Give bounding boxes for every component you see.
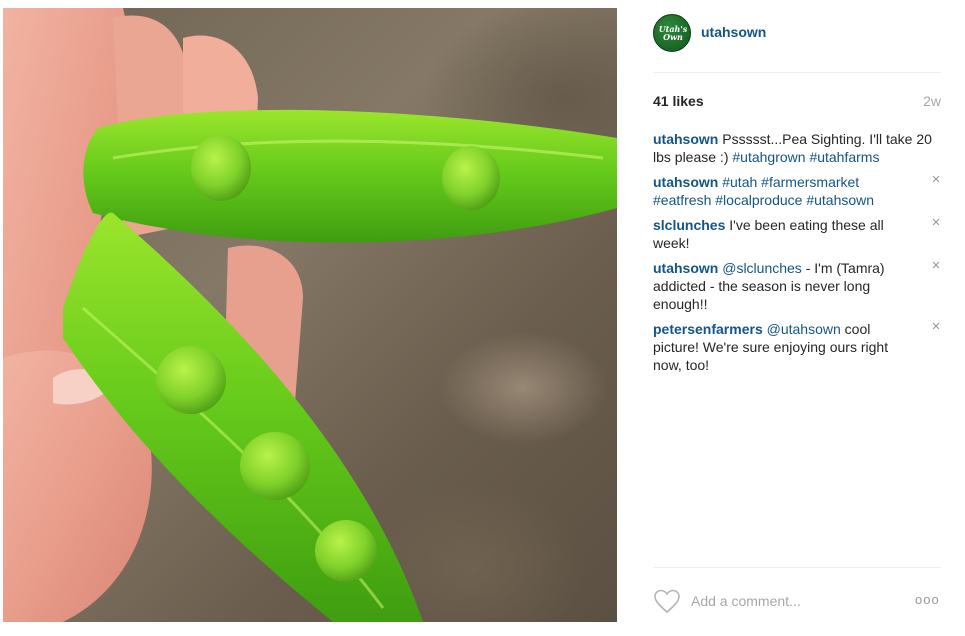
post-details-panel: Utah's Own utahsown 41 likes 2w utahsown… — [617, 0, 965, 636]
mention-link[interactable]: @utahsown — [767, 321, 841, 337]
hashtag[interactable]: #utahfarms — [809, 149, 879, 165]
hashtag[interactable]: #eatfresh — [653, 192, 711, 208]
comment-item: slclunches I've been eating these all we… — [653, 215, 943, 252]
delete-comment-icon[interactable]: × — [929, 172, 943, 187]
footer-divider — [653, 567, 941, 568]
heart-icon[interactable] — [653, 588, 681, 614]
post-actions: ooo — [653, 586, 941, 616]
hashtag[interactable]: #utahgrown — [732, 149, 805, 165]
comment-username[interactable]: slclunches — [653, 217, 725, 233]
photo-illustration — [3, 8, 617, 622]
delete-comment-icon[interactable]: × — [929, 215, 943, 230]
add-comment-input[interactable] — [691, 591, 901, 611]
delete-comment-icon[interactable]: × — [929, 258, 943, 273]
hashtag[interactable]: #farmersmarket — [761, 174, 859, 190]
comments-list: utahsown Pssssst...Pea Sighting. I'll ta… — [653, 130, 943, 381]
comment-username[interactable]: utahsown — [653, 174, 718, 190]
header-divider — [653, 72, 941, 73]
avatar-logo-text: Utah's Own — [658, 24, 688, 42]
more-options-button[interactable]: ooo — [915, 592, 941, 608]
author-username[interactable]: utahsown — [701, 24, 766, 40]
likes-count[interactable]: 41 likes — [653, 93, 704, 109]
mention-link[interactable]: @slclunches — [722, 260, 802, 276]
comment-username[interactable]: utahsown — [653, 260, 718, 276]
caption-username[interactable]: utahsown — [653, 131, 718, 147]
avatar[interactable]: Utah's Own — [653, 14, 691, 52]
comment-item: utahsown @slclunches - I'm (Tamra) addic… — [653, 258, 943, 313]
hashtag[interactable]: #localproduce — [715, 192, 802, 208]
comment-item: petersenfarmers @utahsown cool picture! … — [653, 319, 943, 374]
post-stats: 41 likes 2w — [653, 93, 941, 111]
comment-item: utahsown #utah #farmersmarket #eatfresh … — [653, 172, 943, 209]
comment-username[interactable]: petersenfarmers — [653, 321, 763, 337]
post-header: Utah's Own utahsown — [653, 14, 941, 72]
hashtag[interactable]: #utahsown — [806, 192, 874, 208]
hashtag[interactable]: #utah — [722, 174, 757, 190]
delete-comment-icon[interactable]: × — [929, 319, 943, 334]
post-age[interactable]: 2w — [923, 93, 941, 109]
post-caption: utahsown Pssssst...Pea Sighting. I'll ta… — [653, 130, 943, 166]
post-photo[interactable] — [3, 8, 617, 622]
